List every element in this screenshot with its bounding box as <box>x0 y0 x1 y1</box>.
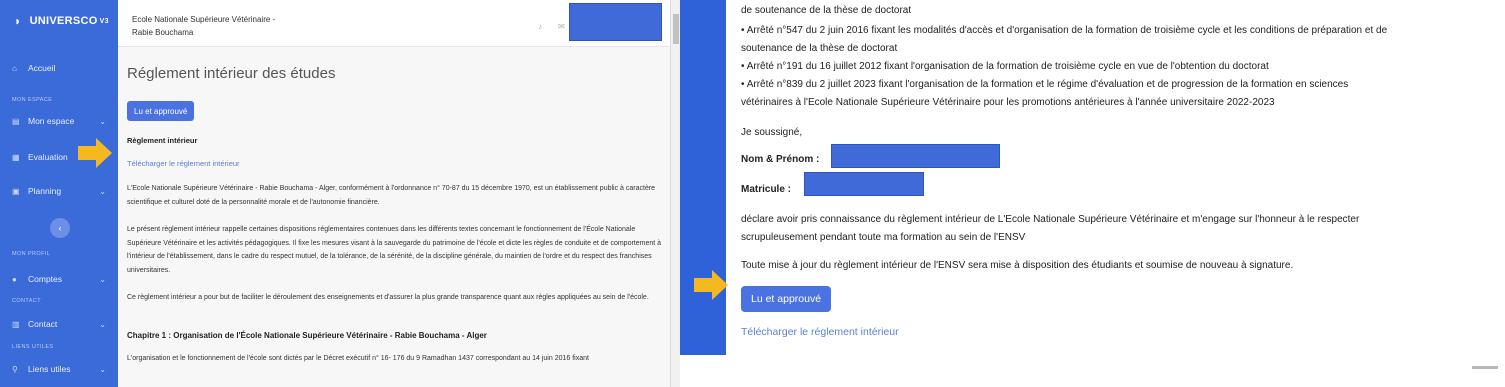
sidebar-item-liens[interactable]: ⚲ Liens utiles ⌄ <box>0 358 118 380</box>
redacted-user-info <box>569 3 662 41</box>
chevron-down-icon: ⌄ <box>99 364 106 374</box>
download-link[interactable]: Télécharger le réglement intérieur <box>741 326 899 338</box>
update-notice: Toute mise à jour du règlement intérieur… <box>741 260 1294 271</box>
nom-label: Nom & Prénom : <box>741 154 820 165</box>
horizontal-scrollbar[interactable] <box>1472 366 1498 369</box>
arrow-annotation-left <box>78 138 112 168</box>
sidebar-item-label: Evaluation <box>28 152 68 162</box>
sidebar-item-accueil[interactable]: ⌂ Accueil <box>0 57 118 79</box>
sidebar-item-label: Comptes <box>28 274 63 284</box>
sidebar-collapse-button[interactable]: ‹ <box>50 218 70 238</box>
chapter-heading: Chapitre 1 : Organisation de l'École Nat… <box>127 331 487 340</box>
screenshot-composite: ◗ UNIVERSCO V3 ⌂ Accueil MON ESPACE ▤ Mo… <box>0 0 1505 387</box>
sidebar-section-mon-espace: MON ESPACE <box>12 97 53 103</box>
scrollbar-thumb[interactable] <box>673 14 679 44</box>
je-soussigne: Je soussigné, <box>741 127 803 138</box>
sidebar-item-contact[interactable]: ▥ Contact ⌄ <box>0 313 118 335</box>
evaluation-icon: ▦ <box>12 152 20 162</box>
text-line: • Arrêté n°191 du 16 juillet 2012 fixant… <box>741 61 1269 72</box>
brand-name: UNIVERSCO <box>29 15 98 27</box>
brand[interactable]: ◗ UNIVERSCO V3 <box>0 0 118 42</box>
sidebar-section-contact: CONTACT <box>12 298 41 304</box>
main-content: Réglement intérieur des études Lu et app… <box>118 47 670 387</box>
chevron-down-icon: ⌄ <box>99 319 106 329</box>
right-screenshot: de soutenance de la thèse de doctorat • … <box>680 0 1505 387</box>
home-icon: ⌂ <box>12 63 17 73</box>
text-line: • Arrêté n°839 du 2 juillet 2023 fixant … <box>741 79 1349 90</box>
paragraph-1: L'Ecole Nationale Supérieure Vétérinaire… <box>127 185 656 206</box>
link-icon: ⚲ <box>12 364 18 374</box>
paragraph-3: Ce règlement intérieur a pour but de fac… <box>127 294 649 301</box>
paragraph-4: L'organisation et le fonctionnement de l… <box>127 355 589 362</box>
sidebar-section-mon-profil: MON PROFIL <box>12 251 51 257</box>
approve-button[interactable]: Lu et approuvé <box>127 101 195 121</box>
section-heading: Règlement intérieur <box>127 136 198 145</box>
sidebar-item-label: Mon espace <box>28 116 75 126</box>
contact-icon: ▥ <box>12 319 20 329</box>
page-bottom <box>680 355 1505 387</box>
mail-icon[interactable]: ✉ <box>558 22 565 31</box>
sidebar-item-label: Planning <box>28 186 62 196</box>
sidebar-item-mon-espace[interactable]: ▤ Mon espace ⌄ <box>0 110 118 132</box>
text-line: de soutenance de la thèse de doctorat <box>741 5 912 16</box>
school-name-line1: Ecole Nationale Supérieure Vétérinaire - <box>132 15 276 24</box>
bell-icon[interactable]: ♪ <box>538 22 542 31</box>
scrollbar[interactable] <box>670 0 680 387</box>
chevron-left-icon: ‹ <box>58 223 62 233</box>
approve-button[interactable]: Lu et approuvé <box>741 286 832 312</box>
calendar-icon: ▣ <box>12 186 20 196</box>
school-name-line2: Rabie Bouchama <box>132 28 194 37</box>
user-icon: ● <box>12 274 17 284</box>
page-title: Réglement intérieur des études <box>127 65 336 82</box>
sidebar-item-label: Accueil <box>28 63 56 73</box>
sidebar-section-liens: LIENS UTILES <box>12 344 54 350</box>
chevron-down-icon: ⌄ <box>99 186 106 196</box>
sidebar: ◗ UNIVERSCO V3 ⌂ Accueil MON ESPACE ▤ Mo… <box>0 0 118 387</box>
chevron-down-icon: ⌄ <box>99 274 106 284</box>
sidebar-item-label: Liens utiles <box>28 364 71 374</box>
text-line: soutenance de la thèse de doctorat <box>741 43 898 54</box>
text-line: • Arrêté n°547 du 2 juin 2016 fixant les… <box>741 25 1388 36</box>
matricule-label: Matricule : <box>741 184 792 195</box>
download-link[interactable]: Télécharger le réglement intérieur <box>127 159 240 168</box>
declaration-line1: déclare avoir pris connaissance du règle… <box>741 214 1360 225</box>
left-screenshot: ◗ UNIVERSCO V3 ⌂ Accueil MON ESPACE ▤ Mo… <box>0 0 680 387</box>
sidebar-item-planning[interactable]: ▣ Planning ⌄ <box>0 180 118 202</box>
logo-icon: ◗ <box>14 14 22 28</box>
folder-icon: ▤ <box>12 116 20 126</box>
topbar: Ecole Nationale Supérieure Vétérinaire -… <box>118 0 670 47</box>
sidebar-item-comptes[interactable]: ● Comptes ⌄ <box>0 268 118 290</box>
content-card: de soutenance de la thèse de doctorat • … <box>726 0 1505 355</box>
sidebar-item-label: Contact <box>28 319 58 329</box>
redacted-matricule <box>804 172 924 196</box>
chevron-down-icon: ⌄ <box>99 116 106 126</box>
declaration-line2: scrupuleusement pendant toute ma formati… <box>741 232 1026 243</box>
paragraph-2: Le présent règlement intérieur rappelle … <box>127 226 662 274</box>
arrow-annotation-right <box>694 270 728 300</box>
brand-version: V3 <box>99 17 109 25</box>
sidebar-edge <box>680 0 726 387</box>
text-line: vétérinaires à l'Ecole Nationale Supérie… <box>741 97 1275 108</box>
school-name: Ecole Nationale Supérieure Vétérinaire -… <box>132 13 302 39</box>
redacted-name <box>831 144 1000 168</box>
